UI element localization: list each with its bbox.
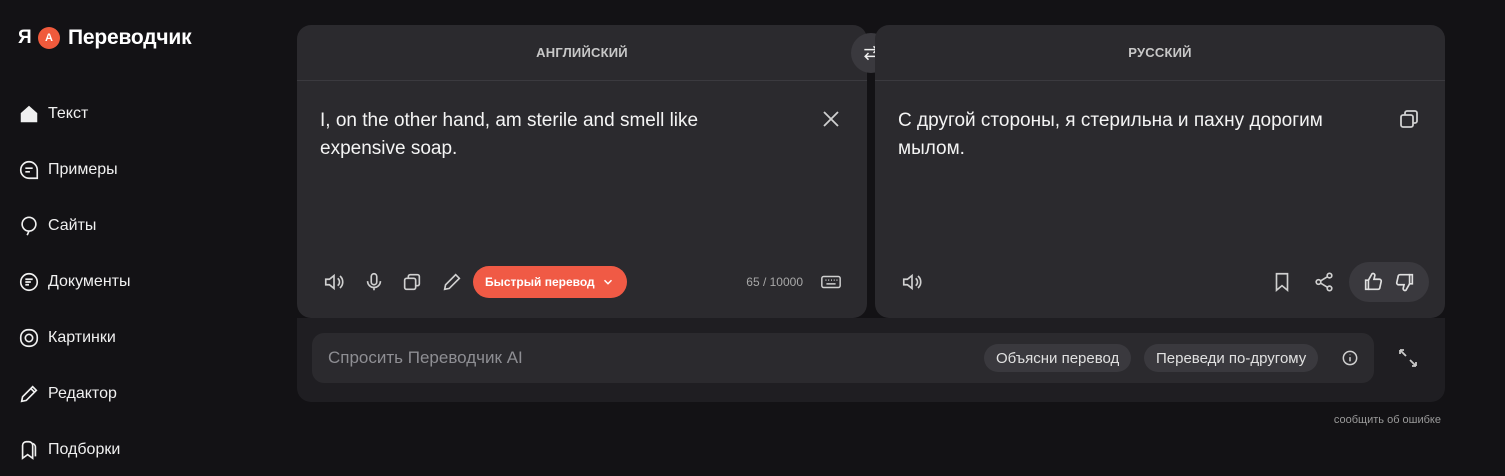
voice-input-button[interactable] xyxy=(360,268,388,296)
sidebar-item-text[interactable]: Текст xyxy=(18,86,268,142)
sidebar-item-label: Документы xyxy=(48,273,131,290)
sidebar-item-sites[interactable]: Сайты xyxy=(18,198,268,254)
ai-question-input[interactable] xyxy=(328,347,928,369)
source-text-input[interactable]: I, on the other hand, am sterile and sme… xyxy=(320,107,780,163)
chevron-down-icon xyxy=(603,279,612,285)
bookmark-button[interactable] xyxy=(1268,268,1296,296)
listen-source-button[interactable] xyxy=(320,268,348,296)
sidebar-item-documents[interactable]: Документы xyxy=(18,254,268,310)
microphone-icon xyxy=(366,272,382,291)
explain-translation-chip[interactable]: Объясни перевод xyxy=(984,344,1132,372)
ai-input-container: Объясни перевод Переведи по-другому xyxy=(312,333,1374,383)
copy-icon xyxy=(1400,110,1418,128)
pen-icon xyxy=(20,385,38,403)
rephrase-translation-chip[interactable]: Переведи по-другому xyxy=(1144,344,1319,372)
close-icon xyxy=(823,111,839,127)
copy-source-button[interactable] xyxy=(398,268,426,296)
chat-bubble-icon xyxy=(20,160,39,180)
yandex-logo: Я xyxy=(18,27,32,48)
copy-icon xyxy=(403,273,421,291)
bookmark-folder-icon xyxy=(21,440,37,460)
share-icon xyxy=(1315,272,1333,292)
sidebar-item-label: Картинки xyxy=(48,329,116,346)
pencil-icon xyxy=(443,273,461,291)
clear-button[interactable] xyxy=(819,107,843,131)
bookmark-icon xyxy=(1275,272,1289,293)
source-language-selector[interactable]: АНГЛИЙСКИЙ xyxy=(297,25,867,81)
info-icon xyxy=(1342,350,1358,366)
rating-group xyxy=(1349,262,1429,302)
camera-icon xyxy=(19,328,39,348)
sidebar-item-label: Сайты xyxy=(48,217,97,234)
fast-translate-button[interactable]: Быстрый перевод xyxy=(473,266,627,298)
keyboard-icon xyxy=(821,275,841,289)
share-button[interactable] xyxy=(1310,268,1338,296)
sidebar-item-images[interactable]: Картинки xyxy=(18,310,268,366)
info-button[interactable] xyxy=(1340,348,1360,368)
sidebar-item-label: Текст xyxy=(48,105,89,122)
translate-badge-icon: А xyxy=(38,27,60,49)
edit-source-button[interactable] xyxy=(438,268,466,296)
globe-pin-icon xyxy=(21,216,37,236)
report-error-link[interactable]: сообщить об ошибке xyxy=(1334,414,1441,426)
sidebar-item-examples[interactable]: Примеры xyxy=(18,142,268,198)
home-icon xyxy=(20,105,38,123)
speaker-icon xyxy=(324,273,344,291)
expand-icon xyxy=(1399,349,1417,367)
app-logo[interactable]: Я А Переводчик xyxy=(18,26,192,50)
thumbs-up-icon xyxy=(1364,272,1383,291)
translation-output: С другой стороны, я стерильна и пахну до… xyxy=(898,110,1323,159)
sidebar-item-label: Подборки xyxy=(48,441,121,458)
listen-translation-button[interactable] xyxy=(898,268,926,296)
sidebar-item-collections[interactable]: Подборки xyxy=(18,422,268,476)
fast-translate-label: Быстрый перевод xyxy=(485,275,595,289)
target-panel: РУССКИЙ С другой стороны, я стерильна и … xyxy=(875,25,1445,318)
app-title: Переводчик xyxy=(68,26,192,49)
sidebar-item-label: Примеры xyxy=(48,161,118,178)
sidebar: Текст Примеры Сайты Документы Картинки Р… xyxy=(18,86,268,476)
thumbs-down-button[interactable] xyxy=(1391,268,1419,296)
sidebar-item-label: Редактор xyxy=(48,385,117,402)
copy-translation-button[interactable] xyxy=(1397,107,1421,131)
sidebar-item-editor[interactable]: Редактор xyxy=(18,366,268,422)
document-icon xyxy=(19,272,39,292)
expand-button[interactable] xyxy=(1396,346,1420,370)
thumbs-down-icon xyxy=(1395,273,1414,292)
source-panel: АНГЛИЙСКИЙ I, on the other hand, am ster… xyxy=(297,25,867,318)
character-counter: 65 / 10000 xyxy=(746,275,803,289)
target-language-selector[interactable]: РУССКИЙ xyxy=(875,25,1445,81)
speaker-icon xyxy=(902,273,922,291)
virtual-keyboard-button[interactable] xyxy=(817,268,845,296)
thumbs-up-button[interactable] xyxy=(1359,268,1387,296)
ai-assistant-section: Объясни перевод Переведи по-другому xyxy=(297,318,1445,402)
